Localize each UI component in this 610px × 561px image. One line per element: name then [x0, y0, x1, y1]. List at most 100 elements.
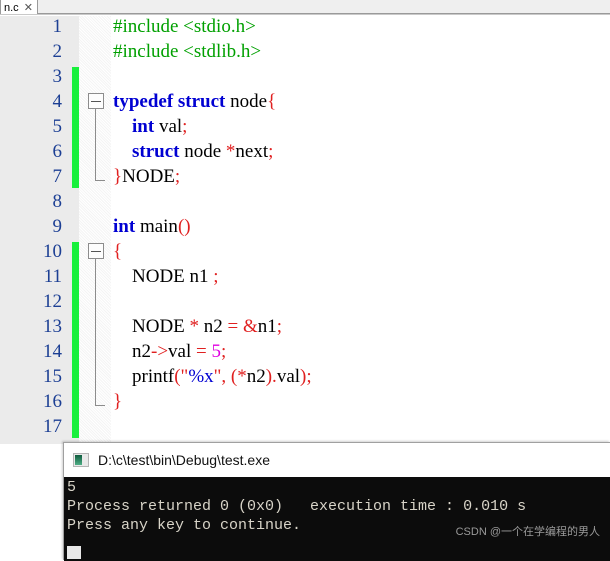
code-line: n2->val = 5;: [113, 339, 226, 364]
console-app-icon: [73, 453, 89, 467]
code-token: *: [189, 316, 200, 337]
code-token: ->: [151, 341, 169, 362]
code-line: NODE * n2 = &n1;: [113, 314, 282, 339]
code-token: 5: [211, 341, 221, 362]
code-token: (": [174, 366, 189, 387]
code-token: ",: [213, 366, 227, 387]
code-token: =: [227, 316, 239, 337]
console-output-line: 5: [67, 479, 77, 496]
editor-tab-label: n.c: [4, 2, 19, 14]
code-token: struct: [132, 141, 180, 162]
code-line: #include <stdio.h>: [113, 16, 256, 39]
code-token: ;: [220, 341, 227, 362]
editor-tab-bar: n.c ✕: [0, 0, 610, 15]
code-token: #include <stdio.h>: [113, 16, 256, 37]
line-number: 15: [43, 366, 62, 387]
code-text-area[interactable]: #include <stdio.h> #include <stdlib.h> typ…: [111, 16, 610, 444]
change-marker-gutter: [72, 16, 79, 444]
code-token: ;: [213, 266, 219, 287]
code-token: val: [168, 341, 197, 362]
line-number: 13: [43, 316, 62, 337]
code-token: ).: [265, 366, 277, 387]
code-line: NODE n1 ;: [113, 264, 219, 289]
ide-window: n.c ✕ 1 2 3 4 5 6 7 8 9 10 11 12 13 14 15 16 17 #include…: [0, 0, 610, 561]
line-number: 8: [52, 191, 63, 212]
code-line: {: [113, 239, 122, 264]
line-number: 3: [52, 66, 63, 87]
line-number: 6: [52, 141, 63, 162]
code-token: n2: [246, 366, 266, 387]
code-token: }: [113, 391, 123, 412]
editor-tab-nc[interactable]: n.c ✕: [0, 0, 38, 14]
code-line: int val;: [113, 114, 187, 139]
code-line: printf("%x", (*n2).val);: [113, 364, 312, 389]
code-token: printf: [113, 366, 175, 387]
code-token: n1: [257, 316, 277, 337]
code-line: }NODE;: [113, 164, 180, 189]
fold-toggle-icon[interactable]: [88, 243, 104, 259]
code-token: node: [179, 141, 226, 162]
code-token: ;: [276, 316, 283, 337]
code-token: typedef struct: [113, 91, 226, 112]
line-number: 12: [43, 291, 62, 312]
code-line: typedef struct node{: [113, 89, 276, 114]
code-token: node: [225, 91, 268, 112]
code-token: (): [177, 216, 191, 237]
code-line: struct node *next;: [113, 139, 273, 164]
console-window[interactable]: D:\c\test\bin\Debug\test.exe Press any k…: [63, 442, 610, 561]
line-number: 7: [52, 166, 63, 187]
code-token: #include <stdlib.h>: [113, 41, 262, 62]
code-token: %x: [188, 366, 214, 387]
fold-region-line: [95, 109, 96, 180]
fold-region-end: [95, 405, 105, 406]
code-token: (*: [230, 366, 247, 387]
code-token: NODE: [122, 166, 175, 187]
close-icon[interactable]: ✕: [24, 3, 33, 14]
code-token: =: [196, 341, 207, 362]
console-output-line: Press any key to continue.: [67, 517, 302, 534]
console-cursor: [67, 546, 81, 559]
code-line: int main(): [113, 214, 191, 239]
line-number: 9: [52, 216, 63, 237]
line-number: 4: [52, 91, 63, 112]
code-token: &: [243, 316, 258, 337]
code-token: }: [113, 166, 123, 187]
line-number: 17: [43, 416, 62, 437]
code-token: n2: [113, 341, 151, 362]
console-title-text: D:\c\test\bin\Debug\test.exe: [98, 452, 270, 468]
line-number: 11: [43, 266, 62, 287]
console-output-area[interactable]: Press any key to continue. Process return…: [64, 477, 610, 561]
line-number: 10: [43, 241, 62, 262]
code-token: {: [113, 241, 123, 262]
change-marker-bar: [72, 67, 79, 188]
code-token: ;: [174, 166, 181, 187]
code-token: main: [135, 216, 178, 237]
console-title-bar[interactable]: D:\c\test\bin\Debug\test.exe: [64, 443, 610, 477]
code-folding-gutter[interactable]: [79, 16, 111, 444]
code-line: }: [113, 389, 122, 414]
code-token: {: [267, 91, 277, 112]
code-token: );: [300, 366, 312, 387]
code-token: int: [113, 216, 136, 237]
fold-region-end: [95, 180, 105, 181]
line-number: 2: [52, 41, 63, 62]
fold-region-line: [95, 259, 96, 405]
line-number: 14: [43, 341, 62, 362]
code-token: next: [235, 141, 269, 162]
code-token: ;: [182, 116, 188, 137]
code-editor[interactable]: 1 2 3 4 5 6 7 8 9 10 11 12 13 14 15 16 17 #include <stdi…: [0, 16, 610, 444]
console-output-line: Process returned 0 (0x0) execution time …: [67, 498, 527, 515]
code-token: NODE: [113, 316, 190, 337]
line-number-gutter: 1 2 3 4 5 6 7 8 9 10 11 12 13 14 15 16 17: [0, 16, 72, 444]
line-number: 5: [52, 116, 63, 137]
change-marker-bar: [72, 242, 79, 438]
line-number: 1: [52, 16, 63, 37]
code-line: #include <stdlib.h>: [113, 39, 261, 64]
watermark-text: CSDN @一个在学编程的男人: [455, 526, 600, 538]
code-token: val: [154, 116, 183, 137]
code-token: val: [276, 366, 301, 387]
line-number: 16: [43, 391, 62, 412]
fold-toggle-icon[interactable]: [88, 93, 104, 109]
